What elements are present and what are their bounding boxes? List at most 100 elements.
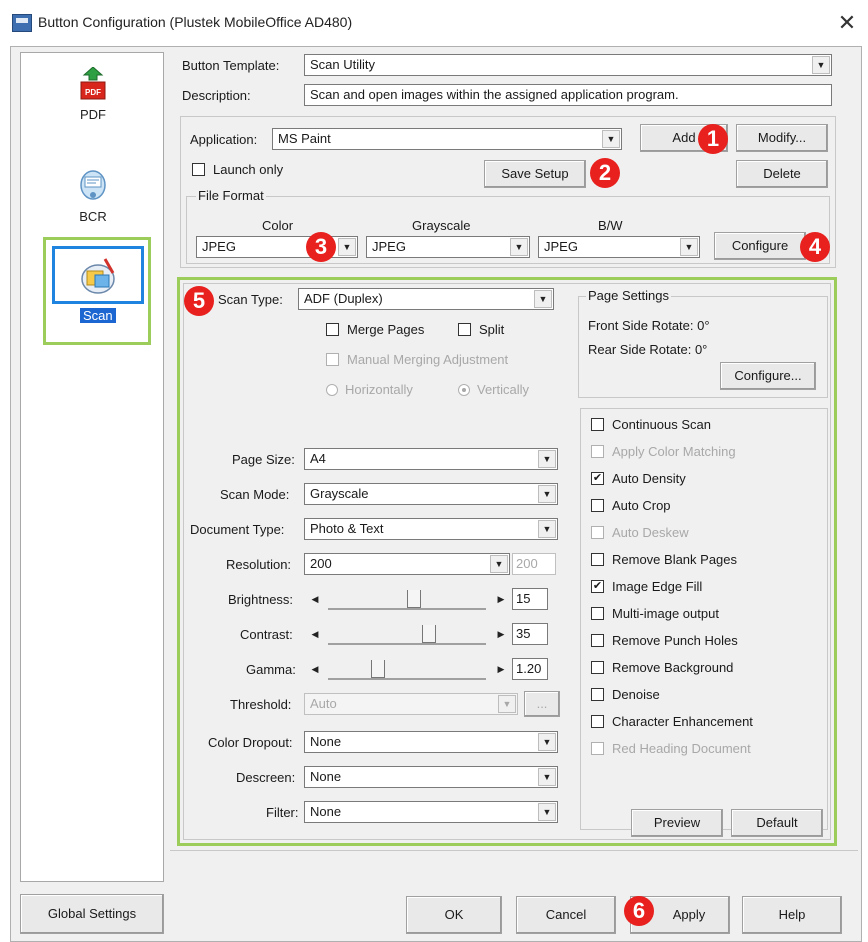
button-template-label: Button Template: bbox=[182, 58, 280, 73]
chevron-down-icon: ▼ bbox=[538, 450, 556, 468]
arrow-left-icon[interactable]: ◀ bbox=[308, 625, 322, 643]
option-checkbox[interactable]: Auto Deskew bbox=[591, 525, 689, 540]
close-button[interactable]: ✕ bbox=[832, 8, 862, 38]
slider-thumb[interactable] bbox=[371, 660, 386, 678]
option-label: Auto Deskew bbox=[612, 525, 689, 540]
global-settings-button[interactable]: Global Settings bbox=[20, 894, 164, 934]
cancel-button[interactable]: Cancel bbox=[516, 896, 616, 934]
scan-mode-select[interactable]: Grayscale ▼ bbox=[304, 483, 558, 505]
option-checkbox[interactable]: Auto Crop bbox=[591, 498, 671, 513]
checkbox-box bbox=[591, 499, 604, 512]
rear-side-rotate-text: Rear Side Rotate: 0° bbox=[588, 342, 708, 357]
option-checkbox[interactable]: Red Heading Document bbox=[591, 741, 751, 756]
chevron-down-icon: ▼ bbox=[338, 238, 356, 256]
document-type-select[interactable]: Photo & Text ▼ bbox=[304, 518, 558, 540]
checkbox-box bbox=[458, 323, 471, 336]
option-label: Auto Crop bbox=[612, 498, 671, 513]
merge-pages-checkbox[interactable]: Merge Pages bbox=[326, 322, 424, 337]
bw-format-select[interactable]: JPEG ▼ bbox=[538, 236, 700, 258]
description-field[interactable]: Scan and open images within the assigned… bbox=[304, 84, 832, 106]
filter-label: Filter: bbox=[266, 805, 299, 820]
button-template-select[interactable]: Scan Utility ▼ bbox=[304, 54, 832, 76]
chevron-down-icon: ▼ bbox=[490, 555, 508, 573]
arrow-right-icon[interactable]: ▶ bbox=[494, 660, 508, 678]
option-label: Remove Blank Pages bbox=[612, 552, 738, 567]
option-checkbox[interactable]: ✔ Auto Density bbox=[591, 471, 686, 486]
gamma-slider[interactable]: ◀ ▶ bbox=[304, 658, 510, 680]
option-checkbox[interactable]: Denoise bbox=[591, 687, 660, 702]
threshold-more-button[interactable]: ... bbox=[524, 691, 560, 717]
arrow-left-icon[interactable]: ◀ bbox=[308, 590, 322, 608]
option-checkbox[interactable]: Apply Color Matching bbox=[591, 444, 736, 459]
option-label: Denoise bbox=[612, 687, 660, 702]
file-format-configure-button[interactable]: Configure bbox=[714, 232, 806, 260]
chevron-down-icon: ▼ bbox=[538, 485, 556, 503]
scan-type-label: Scan Type: bbox=[218, 292, 283, 307]
resolution-custom-field[interactable]: 200 bbox=[512, 553, 556, 575]
option-label: Multi-image output bbox=[612, 606, 719, 621]
option-checkbox[interactable]: Remove Punch Holes bbox=[591, 633, 738, 648]
application-select[interactable]: MS Paint ▼ bbox=[272, 128, 622, 150]
grayscale-format-value: JPEG bbox=[372, 239, 406, 254]
launch-only-checkbox[interactable]: Launch only bbox=[192, 162, 283, 177]
descreen-select[interactable]: None ▼ bbox=[304, 766, 558, 788]
checkbox-box bbox=[591, 553, 604, 566]
horizontally-radio[interactable]: Horizontally bbox=[326, 382, 413, 397]
page-size-select[interactable]: A4 ▼ bbox=[304, 448, 558, 470]
brightness-slider[interactable]: ◀ ▶ bbox=[304, 588, 510, 610]
brightness-value-field[interactable]: 15 bbox=[512, 588, 548, 610]
checkbox-box bbox=[192, 163, 205, 176]
chevron-down-icon: ▼ bbox=[510, 238, 528, 256]
option-checkbox[interactable]: Character Enhancement bbox=[591, 714, 753, 729]
vertically-radio[interactable]: Vertically bbox=[458, 382, 529, 397]
arrow-right-icon[interactable]: ▶ bbox=[494, 590, 508, 608]
sidebar-item-scan[interactable]: Scan bbox=[43, 237, 151, 345]
help-button[interactable]: Help bbox=[742, 896, 842, 934]
callout-badge-1: 1 bbox=[698, 124, 728, 154]
contrast-value-field[interactable]: 35 bbox=[512, 623, 548, 645]
page-size-label: Page Size: bbox=[232, 452, 295, 467]
color-dropout-select[interactable]: None ▼ bbox=[304, 731, 558, 753]
default-button[interactable]: Default bbox=[731, 809, 823, 837]
file-format-title: File Format bbox=[196, 188, 266, 203]
option-label: Apply Color Matching bbox=[612, 444, 736, 459]
slider-thumb[interactable] bbox=[407, 590, 422, 608]
option-checkbox[interactable]: Remove Background bbox=[591, 660, 733, 675]
option-checkbox[interactable]: ✔ Image Edge Fill bbox=[591, 579, 702, 594]
checkbox-box bbox=[591, 715, 604, 728]
checkbox-box bbox=[326, 353, 339, 366]
sidebar-item-pdf[interactable]: PDF PDF bbox=[21, 67, 165, 122]
contrast-slider[interactable]: ◀ ▶ bbox=[304, 623, 510, 645]
chevron-down-icon: ▼ bbox=[538, 803, 556, 821]
delete-button[interactable]: Delete bbox=[736, 160, 828, 188]
sidebar-label-scan: Scan bbox=[80, 308, 116, 323]
scan-icon bbox=[81, 258, 115, 294]
save-setup-button[interactable]: Save Setup bbox=[484, 160, 586, 188]
option-checkbox[interactable]: Multi-image output bbox=[591, 606, 719, 621]
threshold-select[interactable]: Auto ▼ bbox=[304, 693, 518, 715]
option-checkbox[interactable]: Continuous Scan bbox=[591, 417, 711, 432]
ok-button[interactable]: OK bbox=[406, 896, 502, 934]
split-checkbox[interactable]: Split bbox=[458, 322, 504, 337]
preview-button[interactable]: Preview bbox=[631, 809, 723, 837]
chevron-down-icon: ▼ bbox=[538, 768, 556, 786]
resolution-select[interactable]: 200 ▼ bbox=[304, 553, 510, 575]
gamma-value-field[interactable]: 1.20 bbox=[512, 658, 548, 680]
modify-button[interactable]: Modify... bbox=[736, 124, 828, 152]
chevron-down-icon: ▼ bbox=[538, 520, 556, 538]
grayscale-format-select[interactable]: JPEG ▼ bbox=[366, 236, 530, 258]
application-value: MS Paint bbox=[278, 131, 331, 146]
svg-text:PDF: PDF bbox=[85, 88, 101, 97]
arrow-left-icon[interactable]: ◀ bbox=[308, 660, 322, 678]
scan-type-select[interactable]: ADF (Duplex) ▼ bbox=[298, 288, 554, 310]
page-settings-configure-button[interactable]: Configure... bbox=[720, 362, 816, 390]
sidebar-item-bcr[interactable]: BCR bbox=[21, 163, 165, 224]
checkbox-box bbox=[591, 526, 604, 539]
scan-type-value: ADF (Duplex) bbox=[304, 291, 383, 306]
slider-thumb[interactable] bbox=[421, 625, 436, 643]
manual-merging-checkbox[interactable]: Manual Merging Adjustment bbox=[326, 352, 508, 367]
filter-select[interactable]: None ▼ bbox=[304, 801, 558, 823]
option-checkbox[interactable]: Remove Blank Pages bbox=[591, 552, 737, 567]
gamma-label: Gamma: bbox=[246, 662, 296, 677]
arrow-right-icon[interactable]: ▶ bbox=[494, 625, 508, 643]
